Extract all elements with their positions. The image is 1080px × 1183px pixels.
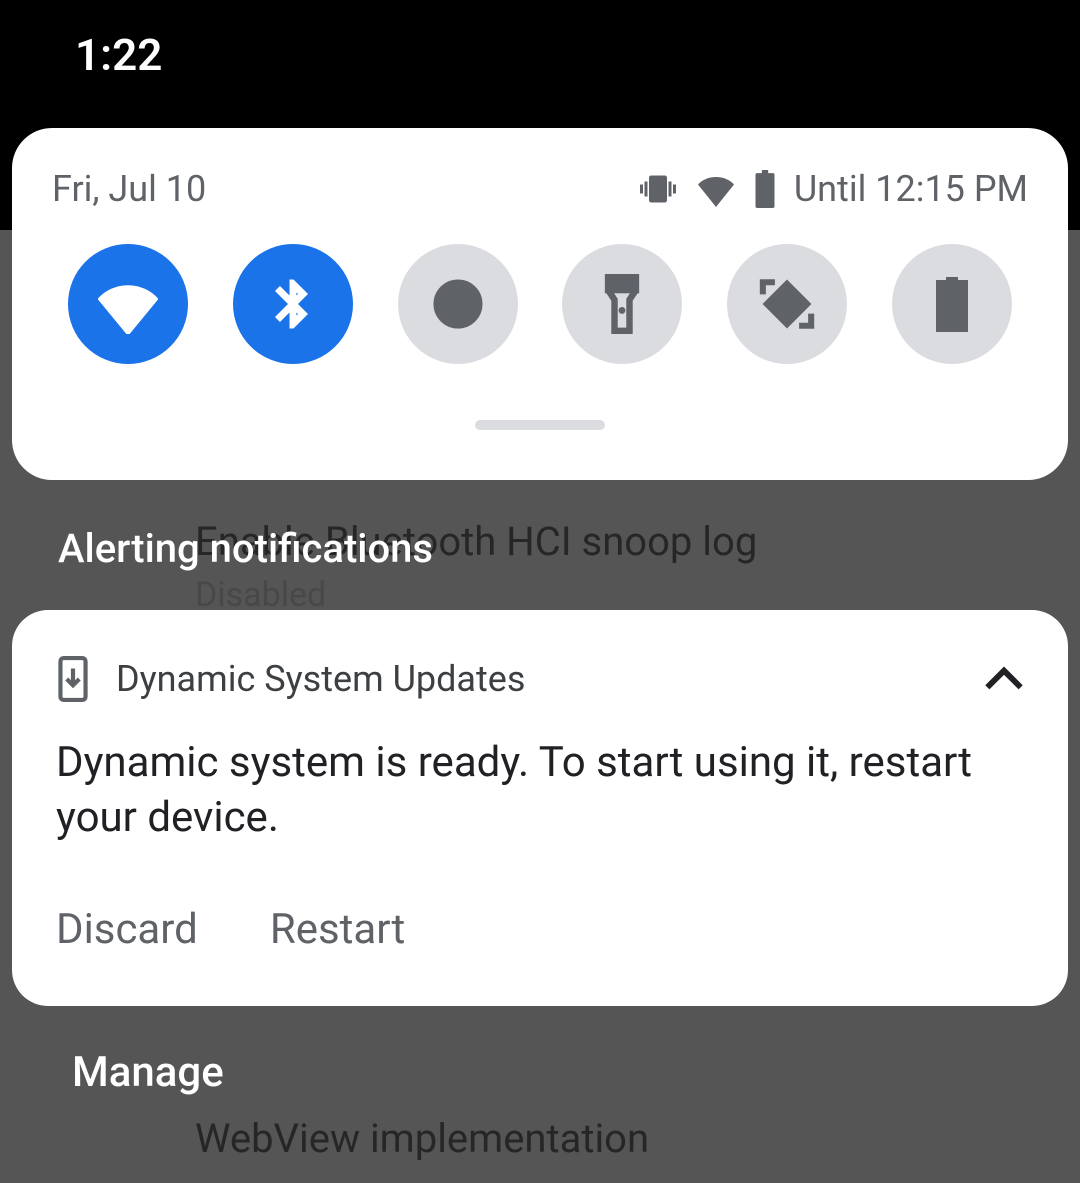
auto-rotate-icon <box>758 275 816 333</box>
qs-tile-rotate[interactable] <box>727 244 847 364</box>
qs-tile-battery-saver[interactable] <box>892 244 1012 364</box>
chevron-up-icon[interactable] <box>984 666 1024 692</box>
notifications-section-label: Alerting notifications <box>58 525 433 572</box>
notification-card[interactable]: Dynamic System Updates Dynamic system is… <box>12 610 1068 1006</box>
qs-tile-flashlight[interactable] <box>562 244 682 364</box>
notification-header: Dynamic System Updates <box>56 656 1024 702</box>
status-time: 1:22 <box>75 29 162 81</box>
qs-date[interactable]: Fri, Jul 10 <box>52 168 206 210</box>
bluetooth-icon <box>265 276 321 332</box>
vibrate-icon <box>638 171 678 207</box>
bg-setting-sub: Disabled <box>195 575 326 615</box>
bg-setting-title: WebView implementation <box>195 1115 649 1162</box>
flashlight-icon <box>604 274 640 334</box>
qs-drag-handle[interactable] <box>475 420 605 430</box>
qs-header: Fri, Jul 10 Until 12:15 PM <box>52 168 1028 210</box>
notification-app-name: Dynamic System Updates <box>116 658 958 700</box>
system-update-icon <box>56 656 90 702</box>
wifi-icon <box>98 274 158 334</box>
qs-status-icons: Until 12:15 PM <box>638 168 1028 210</box>
wifi-status-icon <box>696 171 736 207</box>
qs-tile-wifi[interactable] <box>68 244 188 364</box>
status-bar: 1:22 <box>0 0 1080 110</box>
discard-button[interactable]: Discard <box>56 905 198 954</box>
notification-message: Dynamic system is ready. To start using … <box>56 736 1024 845</box>
manage-button[interactable]: Manage <box>72 1048 224 1097</box>
qs-tile-dnd[interactable] <box>398 244 518 364</box>
battery-status-icon <box>754 170 776 208</box>
qs-tiles <box>52 244 1028 364</box>
restart-button[interactable]: Restart <box>270 905 405 954</box>
battery-saver-icon <box>935 276 969 332</box>
qs-tile-bluetooth[interactable] <box>233 244 353 364</box>
quick-settings-panel[interactable]: Fri, Jul 10 Until 12:15 PM <box>12 128 1068 480</box>
alarm-label[interactable]: Until 12:15 PM <box>794 168 1028 210</box>
notification-actions: Discard Restart <box>56 905 1024 954</box>
dnd-icon <box>430 276 486 332</box>
